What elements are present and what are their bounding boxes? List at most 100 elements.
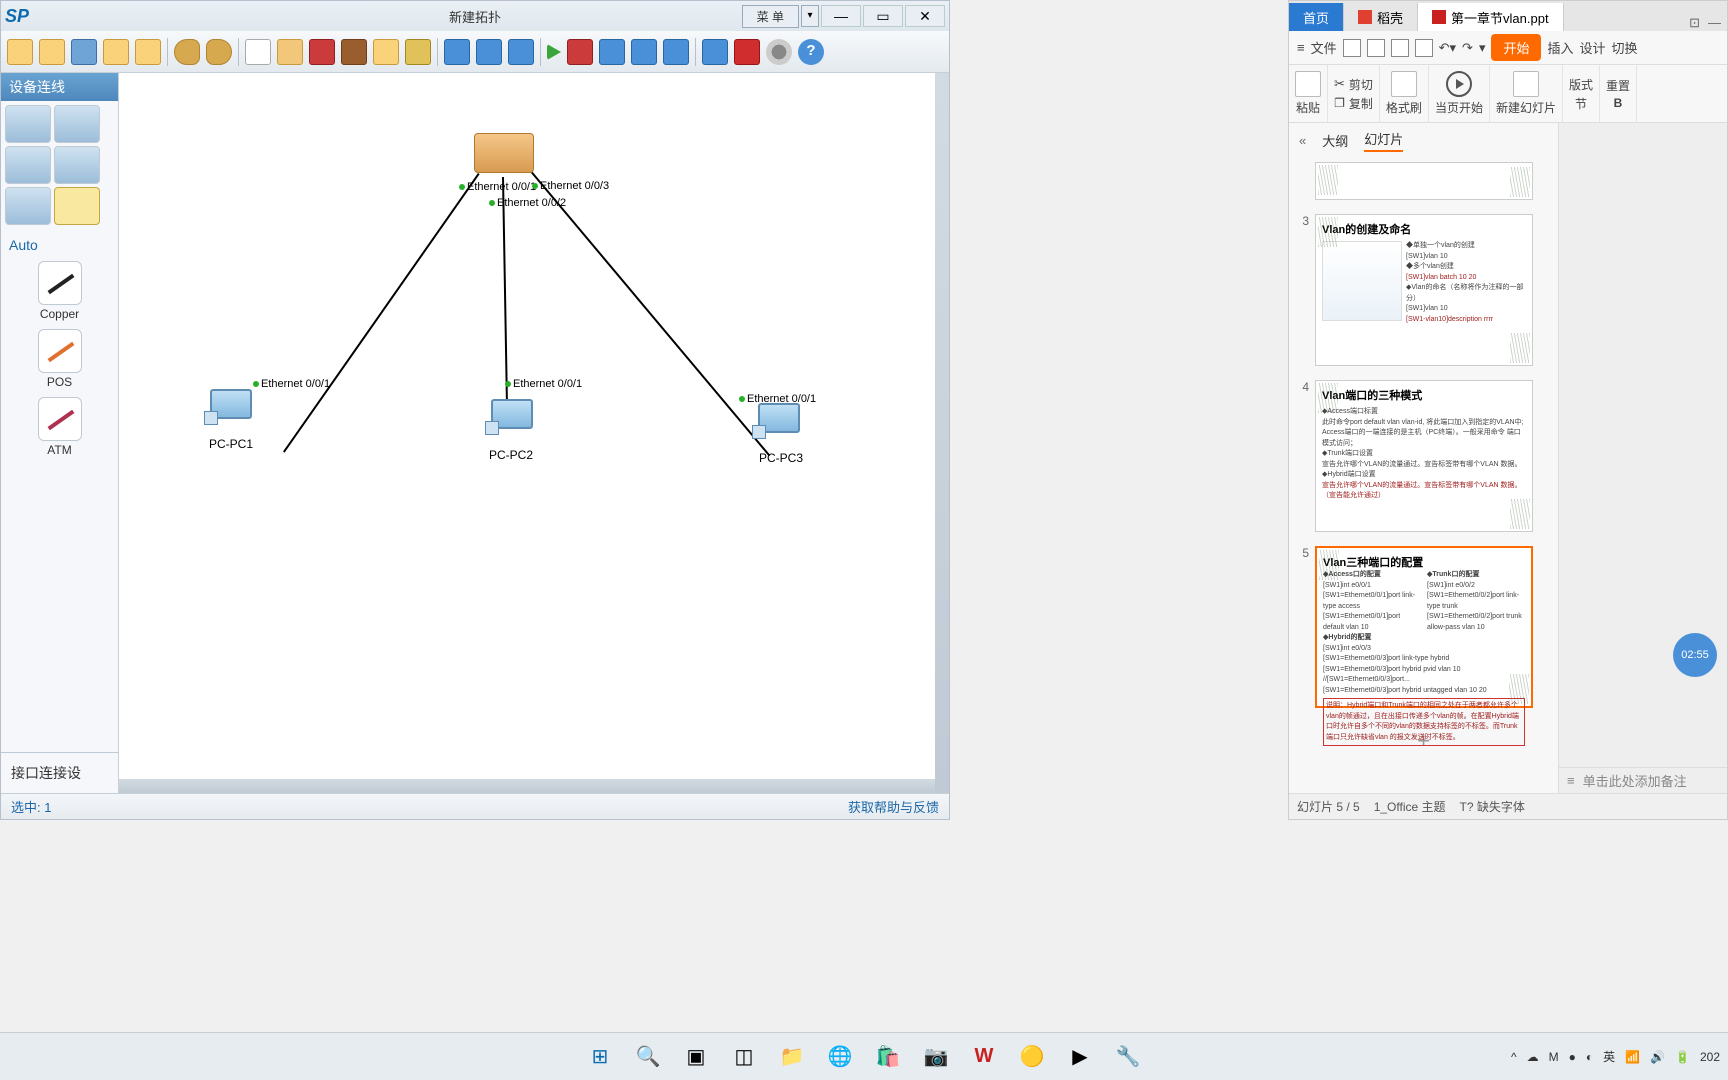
atm-connection-icon[interactable] <box>38 397 82 441</box>
window-dash-icon[interactable]: ― <box>1708 15 1721 31</box>
app-button[interactable]: ▶ <box>1060 1037 1100 1077</box>
export-icon[interactable] <box>631 39 657 65</box>
new-file-icon[interactable] <box>7 39 33 65</box>
window-restore-icon[interactable]: ⊡ <box>1689 15 1700 31</box>
minimize-button[interactable]: — <box>821 5 861 27</box>
print-icon[interactable] <box>1391 39 1409 57</box>
slide-thumbnail-2[interactable] <box>1315 162 1533 200</box>
help-icon[interactable]: ? <box>798 39 824 65</box>
save-icon[interactable] <box>71 39 97 65</box>
save-as-icon[interactable] <box>1367 39 1385 57</box>
import-icon[interactable] <box>663 39 689 65</box>
capture-icon[interactable] <box>599 39 625 65</box>
ime-indicator[interactable]: 英 <box>1603 1048 1615 1065</box>
save-icon[interactable] <box>1343 39 1361 57</box>
notes-icon[interactable]: ≡ <box>1567 773 1575 788</box>
notes-placeholder[interactable]: 单击此处添加备注 <box>1583 771 1687 790</box>
pan-icon[interactable] <box>277 39 303 65</box>
huawei-icon[interactable] <box>734 39 760 65</box>
horizontal-scrollbar[interactable] <box>119 779 935 793</box>
thumbnail-list[interactable]: 3 Vlan的创建及命名 ◆单独一个vlan的创建 [SW1]vlan 10 ◆… <box>1289 158 1558 793</box>
pos-connection-icon[interactable] <box>38 329 82 373</box>
device-type-connection[interactable] <box>54 187 100 225</box>
undo-icon[interactable]: ↶▾ <box>1439 40 1456 56</box>
stop-icon[interactable] <box>567 39 593 65</box>
slide-thumbnail-4[interactable]: Vlan端口的三种模式 ◆Access端口标置 此时命令port default… <box>1315 380 1533 532</box>
collapse-icon[interactable]: « <box>1299 133 1306 148</box>
cut-icon[interactable] <box>1334 76 1345 92</box>
dropdown-icon[interactable]: ▾ <box>1479 40 1486 56</box>
ensp-taskbar-button[interactable]: 🔧 <box>1108 1037 1148 1077</box>
slide-thumbnail-5[interactable]: Vlan三种端口的配置 ◆Access口的配置 [SW1]int e0/0/1 … <box>1315 546 1533 708</box>
remove-icon[interactable] <box>341 39 367 65</box>
slides-tab[interactable]: 幻灯片 <box>1364 129 1403 152</box>
task-view-button[interactable]: ▣ <box>676 1037 716 1077</box>
pointer-icon[interactable] <box>245 39 271 65</box>
pc-device[interactable] <box>752 403 802 447</box>
tray-chevron-icon[interactable]: ^ <box>1511 1050 1517 1064</box>
tray-app-icon[interactable]: ● <box>1569 1050 1576 1064</box>
clock-date[interactable]: 202 <box>1700 1050 1720 1064</box>
app-button[interactable]: 🟡 <box>1012 1037 1052 1077</box>
hamburger-icon[interactable]: ≡ <box>1297 40 1305 55</box>
network-link[interactable] <box>283 173 480 453</box>
close-button[interactable]: ✕ <box>905 5 945 27</box>
status-help-link[interactable]: 获取帮助与反馈 <box>848 797 939 816</box>
ensp-menu-dropdown[interactable]: ▾ <box>801 5 819 27</box>
settings-icon[interactable] <box>766 39 792 65</box>
preview-icon[interactable] <box>1415 39 1433 57</box>
tab-file[interactable]: 第一章节vlan.ppt <box>1418 3 1564 31</box>
menu-insert[interactable]: 插入 <box>1547 38 1573 57</box>
tray-app-icon[interactable]: ◐ <box>1586 1050 1593 1064</box>
open-file-icon[interactable] <box>39 39 65 65</box>
menu-start[interactable]: 开始 <box>1491 34 1541 61</box>
fit-icon[interactable] <box>508 39 534 65</box>
explorer-button[interactable]: 📁 <box>772 1037 812 1077</box>
print-icon[interactable] <box>135 39 161 65</box>
format-painter-icon[interactable] <box>1391 71 1417 97</box>
delete-icon[interactable] <box>309 39 335 65</box>
widgets-button[interactable]: ◫ <box>724 1037 764 1077</box>
palette-icon[interactable] <box>405 39 431 65</box>
timer-badge[interactable]: 02:55 <box>1673 633 1717 677</box>
copy-icon[interactable] <box>1334 96 1345 110</box>
store-button[interactable]: 🛍️ <box>868 1037 908 1077</box>
pc-device[interactable] <box>204 389 254 433</box>
zoom-in-icon[interactable] <box>444 39 470 65</box>
new-slide-icon[interactable] <box>1513 71 1539 97</box>
start-button[interactable]: ⊞ <box>580 1037 620 1077</box>
slide-thumbnail-3[interactable]: Vlan的创建及命名 ◆单独一个vlan的创建 [SW1]vlan 10 ◆多个… <box>1315 214 1533 366</box>
start-icon[interactable] <box>547 44 561 60</box>
menu-transition[interactable]: 切换 <box>1612 38 1638 57</box>
zoom-out-icon[interactable] <box>476 39 502 65</box>
tab-daoke[interactable]: 稻壳 <box>1344 3 1418 31</box>
volume-icon[interactable]: 🔊 <box>1650 1050 1665 1064</box>
onedrive-icon[interactable]: ☁ <box>1527 1050 1539 1064</box>
slide-edit-area[interactable]: 02:55 ≡ 单击此处添加备注 <box>1559 123 1727 793</box>
switch-device[interactable] <box>474 133 534 173</box>
redo-icon[interactable]: ↷ <box>1462 40 1473 56</box>
menu-file[interactable]: 文件 <box>1311 38 1337 57</box>
device-type-firewall[interactable] <box>5 187 51 225</box>
device-type-cloud[interactable] <box>54 146 100 184</box>
network-link[interactable] <box>531 172 770 457</box>
ensp-menu-button[interactable]: 菜 单 <box>742 5 799 28</box>
save-as-icon[interactable] <box>103 39 129 65</box>
text-icon[interactable] <box>373 39 399 65</box>
redo-icon[interactable] <box>206 39 232 65</box>
device-type-wlan[interactable] <box>54 105 100 143</box>
wifi-icon[interactable]: 📶 <box>1625 1050 1640 1064</box>
menu-design[interactable]: 设计 <box>1580 38 1606 57</box>
tool-icon[interactable] <box>702 39 728 65</box>
tray-app-icon[interactable]: M <box>1549 1050 1559 1064</box>
edge-button[interactable]: 🌐 <box>820 1037 860 1077</box>
network-link[interactable] <box>502 177 508 405</box>
paste-icon[interactable] <box>1295 71 1321 97</box>
pc-device[interactable] <box>485 399 535 443</box>
app-button[interactable]: 📷 <box>916 1037 956 1077</box>
missing-font[interactable]: T? 缺失字体 <box>1460 798 1525 815</box>
topology-canvas[interactable]: Ethernet 0/0/1 Ethernet 0/0/3 Ethernet 0… <box>119 73 943 773</box>
search-button[interactable]: 🔍 <box>628 1037 668 1077</box>
play-icon[interactable] <box>1446 71 1472 97</box>
wps-taskbar-button[interactable]: W <box>964 1037 1004 1077</box>
